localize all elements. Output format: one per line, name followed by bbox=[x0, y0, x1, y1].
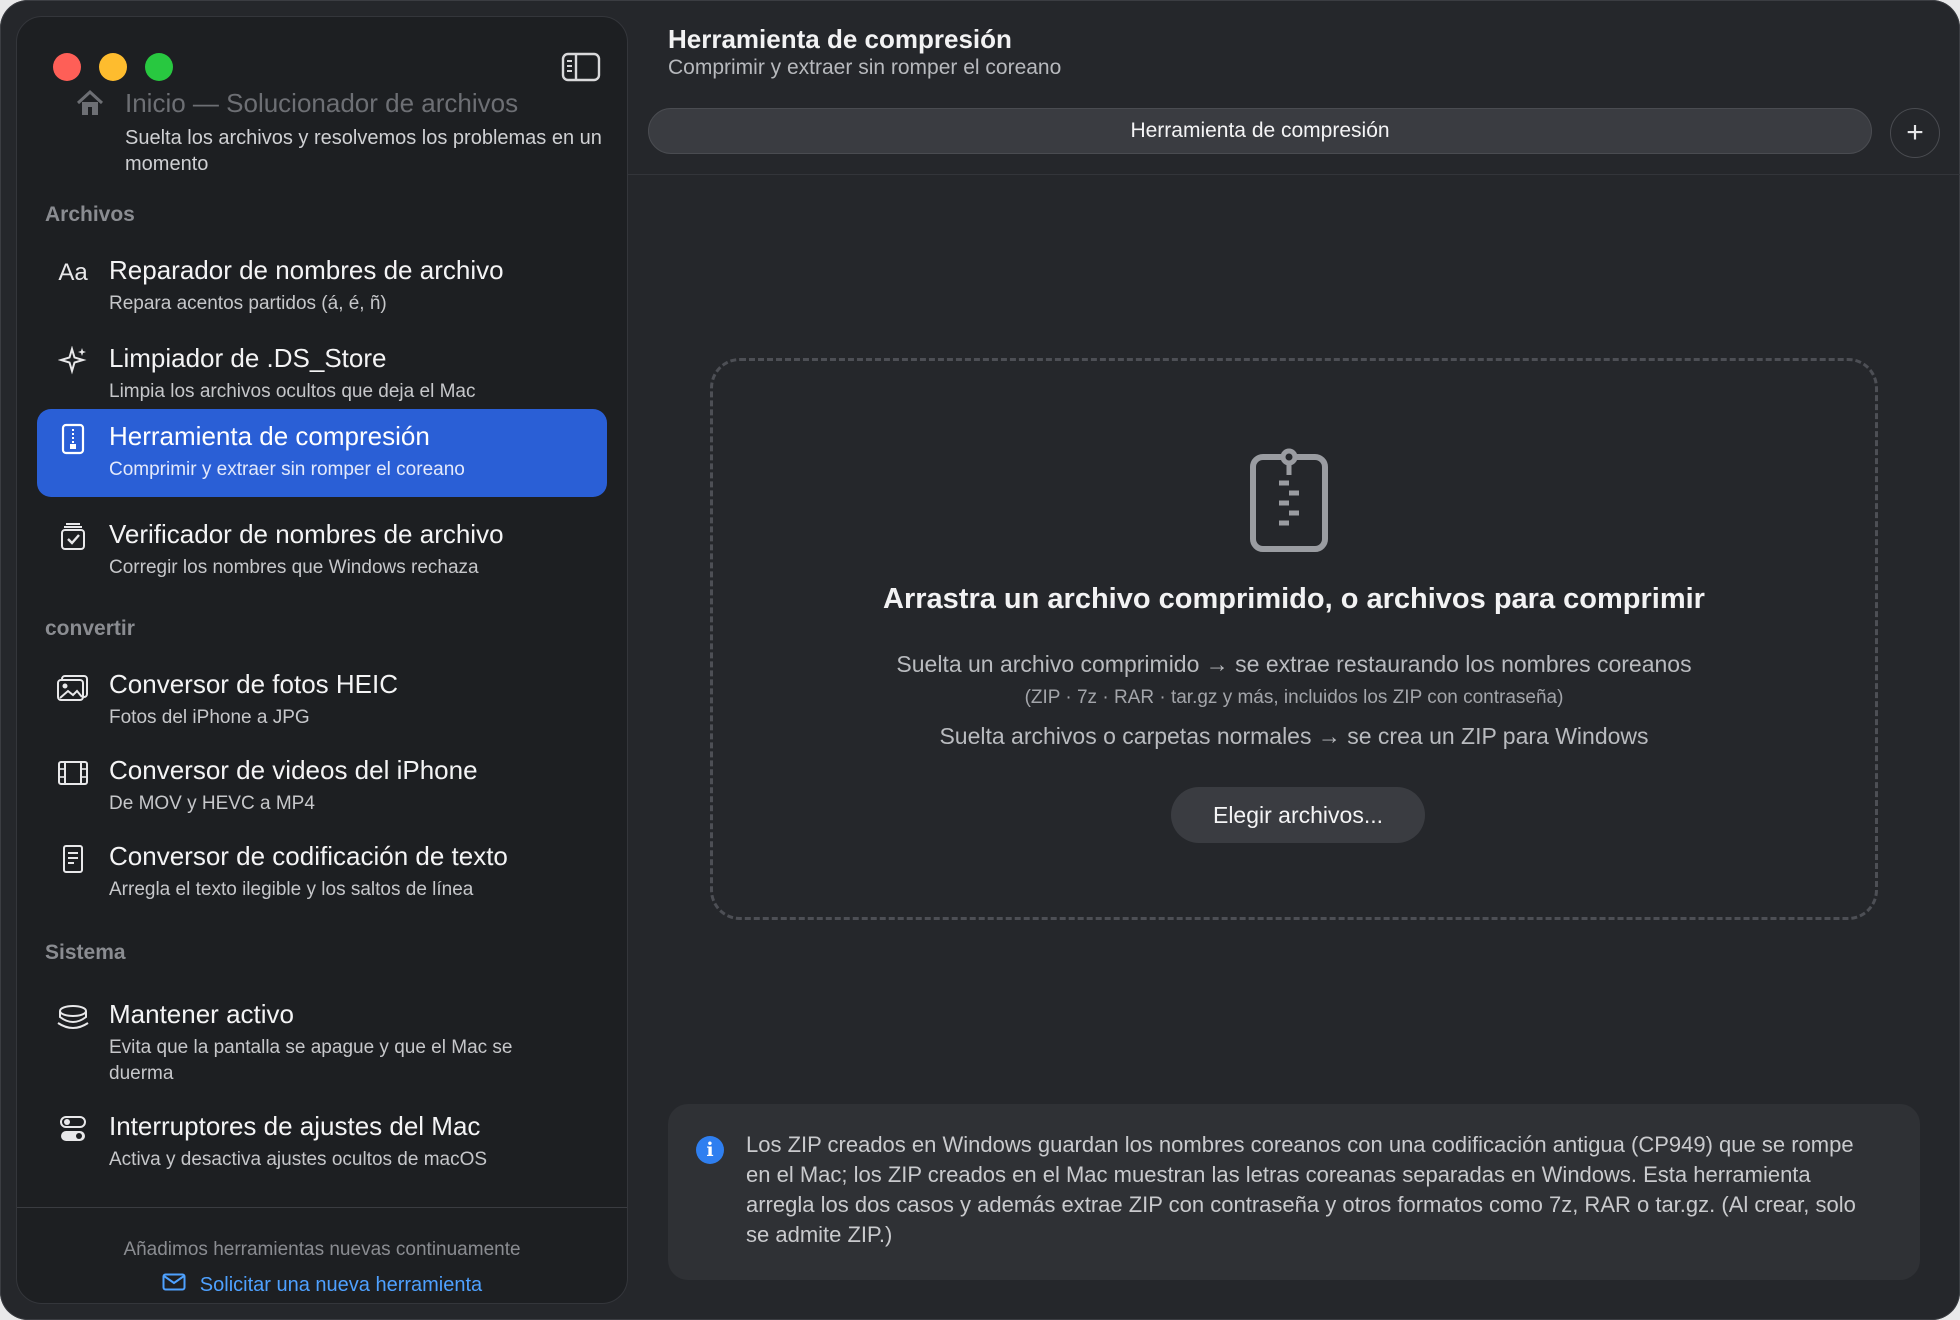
app-window: Inicio — Solucionador de archivos Suelta… bbox=[0, 0, 1960, 1320]
sidebar-item-subtitle: Limpia los archivos ocultos que deja el … bbox=[109, 381, 476, 402]
sidebar-item-title: Mantener activo bbox=[109, 999, 294, 1029]
sidebar-item-title: Reparador de nombres de archivo bbox=[109, 255, 504, 285]
choose-files-button[interactable]: Elegir archivos... bbox=[1171, 787, 1425, 843]
sidebar-item-subtitle: Repara acentos partidos (á, é, ñ) bbox=[109, 293, 387, 314]
home-title: Inicio — Solucionador de archivos bbox=[125, 88, 519, 118]
sidebar-item-ds-store-cleaner[interactable]: Limpiador de .DS_Store Limpia los archiv… bbox=[37, 331, 607, 419]
house-icon bbox=[75, 89, 105, 122]
sidebar-item-title: Conversor de codificación de texto bbox=[109, 841, 508, 871]
section-label-convertir: convertir bbox=[45, 617, 135, 640]
sidebar-item-filename-checker[interactable]: Verificador de nombres de archivo Correg… bbox=[37, 507, 607, 595]
zoom-window-button[interactable] bbox=[145, 53, 173, 81]
sparkles-icon bbox=[55, 345, 91, 377]
sidebar-item-subtitle: Arregla el texto ilegible y los saltos d… bbox=[109, 879, 474, 900]
request-tool-label[interactable]: Solicitar una nueva herramienta bbox=[200, 1274, 482, 1297]
sidebar-item-subtitle: Corregir los nombres que Windows rechaza bbox=[109, 557, 479, 578]
sidebar-item-title: Conversor de fotos HEIC bbox=[109, 669, 399, 699]
text-case-icon: Aa bbox=[58, 259, 88, 286]
sidebar-divider bbox=[17, 1207, 627, 1208]
sidebar-item-mac-settings-toggles[interactable]: Interruptores de ajustes del Mac Activa … bbox=[37, 1099, 607, 1187]
minimize-window-button[interactable] bbox=[99, 53, 127, 81]
sidebar-item-title: Interruptores de ajustes del Mac bbox=[109, 1111, 481, 1141]
film-icon bbox=[55, 757, 91, 789]
toolbar-divider bbox=[628, 174, 1960, 175]
drop-zone-compress-hint: Suelta archivos o carpetas normales → se… bbox=[939, 723, 1649, 749]
sidebar-item-video-converter[interactable]: Conversor de videos del iPhone De MOV y … bbox=[37, 743, 607, 831]
sidebar-item-heic-converter[interactable]: Conversor de fotos HEIC Fotos del iPhone… bbox=[37, 657, 607, 745]
sidebar-item-subtitle: Evita que la pantalla se apague y que el… bbox=[109, 1037, 513, 1084]
sidebar: Inicio — Solucionador de archivos Suelta… bbox=[16, 16, 628, 1304]
home-subtitle: Suelta los archivos y resolvemos los pro… bbox=[125, 127, 602, 175]
section-label-archivos: Archivos bbox=[45, 203, 135, 226]
drop-zone[interactable]: Arrastra un archivo comprimido, o archiv… bbox=[710, 358, 1878, 920]
sidebar-item-home[interactable]: Inicio — Solucionador de archivos Suelta… bbox=[57, 87, 617, 177]
sidebar-item-title: Verificador de nombres de archivo bbox=[109, 519, 504, 549]
checkbox-tray-icon bbox=[55, 521, 91, 553]
page-title: Herramienta de compresión bbox=[668, 24, 1012, 54]
sidebar-item-subtitle: Activa y desactiva ajustes ocultos de ma… bbox=[109, 1149, 488, 1170]
page-subtitle: Comprimir y extraer sin romper el corean… bbox=[668, 56, 1062, 79]
info-text: Los ZIP creados en Windows guardan los n… bbox=[746, 1132, 1856, 1247]
sidebar-item-text-encoding[interactable]: Conversor de codificación de texto Arreg… bbox=[37, 829, 607, 917]
info-icon: i bbox=[696, 1136, 724, 1164]
toggles-icon bbox=[55, 1113, 91, 1145]
coffee-cup-icon bbox=[55, 1001, 91, 1033]
drop-zone-title: Arrastra un archivo comprimido, o archiv… bbox=[883, 583, 1705, 615]
sidebar-item-subtitle: Fotos del iPhone a JPG bbox=[109, 707, 310, 728]
photos-icon bbox=[55, 671, 91, 703]
zip-file-icon bbox=[55, 423, 91, 455]
close-window-button[interactable] bbox=[53, 53, 81, 81]
window-controls bbox=[53, 53, 173, 81]
sidebar-item-compression-tool[interactable]: Herramienta de compresión Comprimir y ex… bbox=[37, 409, 607, 497]
tab-compression-tool[interactable]: Herramienta de compresión bbox=[648, 108, 1872, 154]
sidebar-item-title: Conversor de videos del iPhone bbox=[109, 755, 478, 785]
drop-zone-formats-hint: (ZIP · 7z · RAR · tar.gz y más, incluido… bbox=[1024, 687, 1564, 708]
sidebar-item-title: Limpiador de .DS_Store bbox=[109, 343, 387, 373]
sidebar-item-subtitle: De MOV y HEVC a MP4 bbox=[109, 793, 315, 814]
drop-zone-extract-hint: Suelta un archivo comprimido → se extrae… bbox=[896, 651, 1692, 677]
main-content: Herramienta de compresión Comprimir y ex… bbox=[628, 0, 1960, 1320]
request-tool-link[interactable]: Solicitar una nueva herramienta bbox=[17, 1273, 627, 1297]
envelope-icon bbox=[162, 1273, 186, 1297]
document-icon bbox=[55, 843, 91, 875]
info-box: i Los ZIP creados en Windows guardan los… bbox=[668, 1104, 1920, 1280]
sidebar-item-title: Herramienta de compresión bbox=[109, 421, 430, 451]
footer-note: Añadimos herramientas nuevas continuamen… bbox=[123, 1239, 521, 1260]
sidebar-item-subtitle: Comprimir y extraer sin romper el corean… bbox=[109, 459, 465, 480]
add-tab-button[interactable]: + bbox=[1890, 108, 1940, 158]
sidebar-item-keep-awake[interactable]: Mantener activo Evita que la pantalla se… bbox=[37, 987, 607, 1087]
section-label-sistema: Sistema bbox=[45, 941, 126, 964]
sidebar-toggle-icon[interactable] bbox=[561, 51, 601, 83]
sidebar-item-filename-repair[interactable]: Aa Reparador de nombres de archivo Repar… bbox=[37, 243, 607, 331]
zip-file-icon bbox=[1249, 447, 1329, 558]
